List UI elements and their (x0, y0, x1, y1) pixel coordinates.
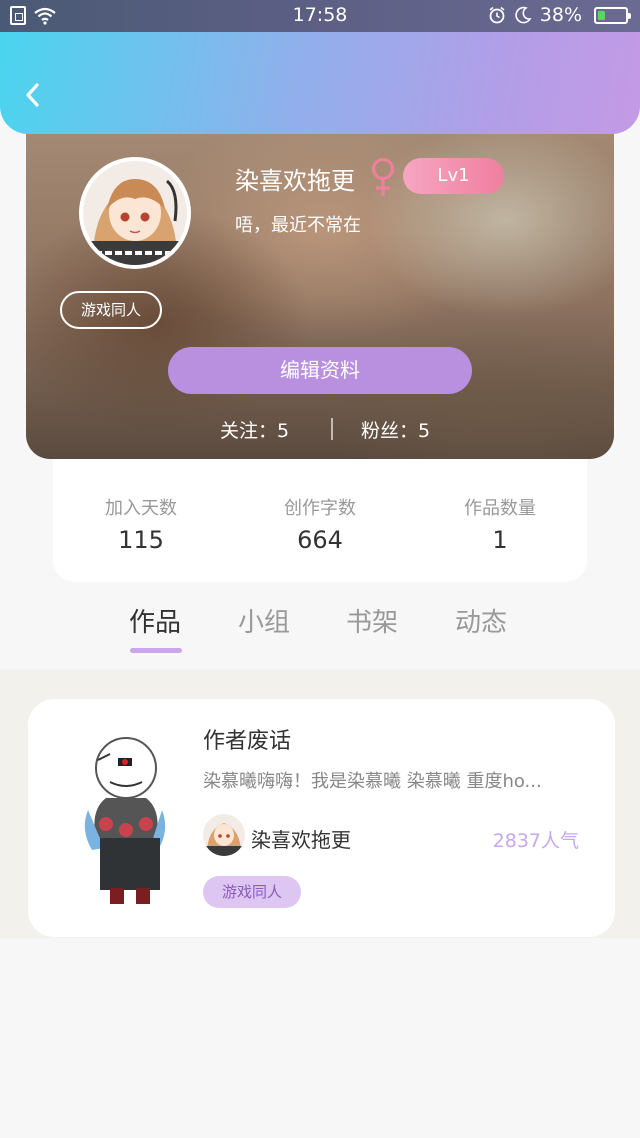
stat-word-count: 创作字数 664 (240, 494, 400, 554)
work-excerpt: 染慕曦嗨嗨！我是染慕曦 染慕曦 重度ho... (203, 771, 542, 792)
alarm-icon (489, 6, 505, 24)
stat-label: 创作字数 (284, 498, 356, 519)
follow-stats: 关注：5 粉丝：5 (26, 416, 614, 442)
popularity-count: 2837人气 (492, 830, 579, 852)
work-cover-image (70, 720, 196, 906)
stats-card: 加入天数 115 创作字数 664 作品数量 1 (53, 440, 587, 582)
following-link[interactable]: 关注：5 (220, 416, 289, 443)
female-icon (371, 157, 395, 196)
stat-label: 作品数量 (464, 498, 536, 519)
stat-value: 1 (492, 526, 508, 554)
moon-icon (515, 6, 532, 24)
stat-join-days: 加入天数 115 (61, 494, 221, 554)
tab-bar: 作品 小组 书架 动态 (0, 590, 640, 670)
stat-label: 加入天数 (105, 498, 177, 519)
avatar-image (83, 161, 187, 265)
work-genre-tag[interactable]: 游戏同人 (203, 876, 301, 908)
battery-percent: 38% (539, 4, 582, 26)
genre-tag[interactable]: 游戏同人 (60, 291, 162, 329)
username: 染喜欢拖更 (235, 167, 355, 195)
profile-card: 染喜欢拖更 Lv1 唔，最近不常在 游戏同人 编辑资料 关注：5 粉丝：5 (26, 100, 614, 459)
header-bar (0, 32, 640, 134)
stat-works-count: 作品数量 1 (420, 494, 580, 554)
tab-groups[interactable]: 小组 (238, 602, 290, 639)
followers-link[interactable]: 粉丝：5 (361, 416, 430, 443)
tab-activity[interactable]: 动态 (455, 602, 507, 639)
active-tab-indicator (130, 648, 182, 653)
stat-value: 115 (118, 526, 164, 554)
tab-works[interactable]: 作品 (129, 602, 181, 639)
status-bar: 17:58 38% (0, 0, 640, 32)
work-title: 作者废话 (203, 729, 292, 754)
stat-value: 664 (297, 526, 343, 554)
edit-profile-button[interactable]: 编辑资料 (168, 347, 472, 394)
level-badge: Lv1 (403, 158, 504, 194)
battery-icon (594, 6, 631, 24)
tab-bookshelf[interactable]: 书架 (346, 602, 398, 639)
bio-text: 唔，最近不常在 (235, 215, 361, 236)
work-card[interactable]: 作者废话 染慕曦嗨嗨！我是染慕曦 染慕曦 重度ho... 染喜欢拖更 2837人… (28, 699, 615, 937)
author-avatar (203, 814, 245, 856)
author-name[interactable]: 染喜欢拖更 (251, 824, 351, 853)
battery-level-fill (598, 10, 606, 20)
divider (331, 418, 333, 440)
avatar[interactable] (79, 157, 191, 269)
chevron-left-icon[interactable] (18, 80, 48, 110)
